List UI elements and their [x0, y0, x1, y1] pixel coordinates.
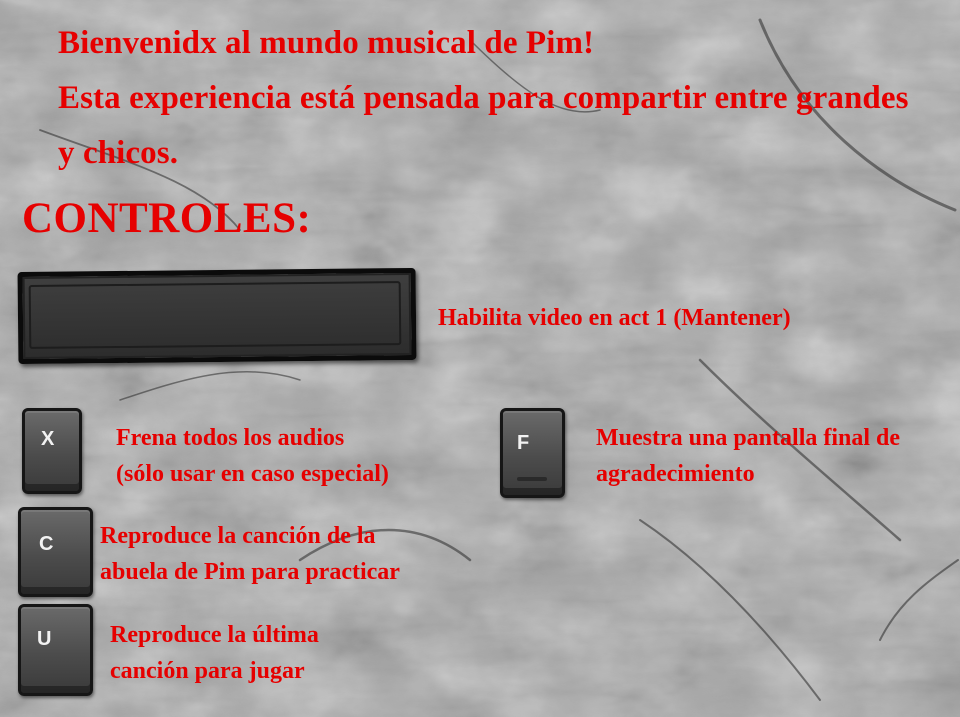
c-key-description: Reproduce la canción de la abuela de Pim…	[100, 518, 400, 590]
welcome-line: Bienvenidx al mundo musical de Pim!	[58, 25, 595, 61]
x-key-description: Frena todos los audios (sólo usar en cas…	[116, 420, 389, 492]
x-key: X	[22, 408, 82, 494]
u-key: U	[18, 604, 93, 696]
u-key-label: U	[37, 628, 52, 650]
c-key-label: C	[39, 533, 54, 555]
x-key-label: X	[41, 428, 55, 450]
f-key: F	[500, 408, 565, 498]
f-key-bump	[517, 477, 547, 481]
welcome-line: y chicos.	[58, 135, 179, 171]
u-key-description: Reproduce la última canción para jugar	[110, 617, 319, 689]
description-line: canción para jugar	[110, 658, 305, 684]
space-key	[17, 267, 417, 365]
instructions-screen: Bienvenidx al mundo musical de Pim! Esta…	[0, 0, 960, 717]
description-line: Reproduce la última	[110, 622, 319, 648]
welcome-message: Bienvenidx al mundo musical de Pim! Esta…	[58, 16, 958, 181]
c-key: C	[18, 507, 93, 597]
description-line: Reproduce la canción de la	[100, 523, 376, 549]
description-line: Habilita video en act 1 (Mantener)	[438, 305, 791, 331]
controls-heading: CONTROLES:	[22, 195, 312, 242]
description-line: (sólo usar en caso especial)	[116, 461, 389, 487]
description-line: Muestra una pantalla final de	[596, 425, 901, 451]
welcome-line: Esta experiencia está pensada para compa…	[58, 80, 909, 116]
description-line: Frena todos los audios	[116, 425, 345, 451]
space-key-description: Habilita video en act 1 (Mantener)	[438, 300, 791, 336]
description-line: agradecimiento	[596, 461, 755, 487]
f-key-label: F	[517, 432, 530, 454]
description-line: abuela de Pim para practicar	[100, 559, 400, 585]
f-key-description: Muestra una pantalla final de agradecimi…	[596, 420, 900, 492]
